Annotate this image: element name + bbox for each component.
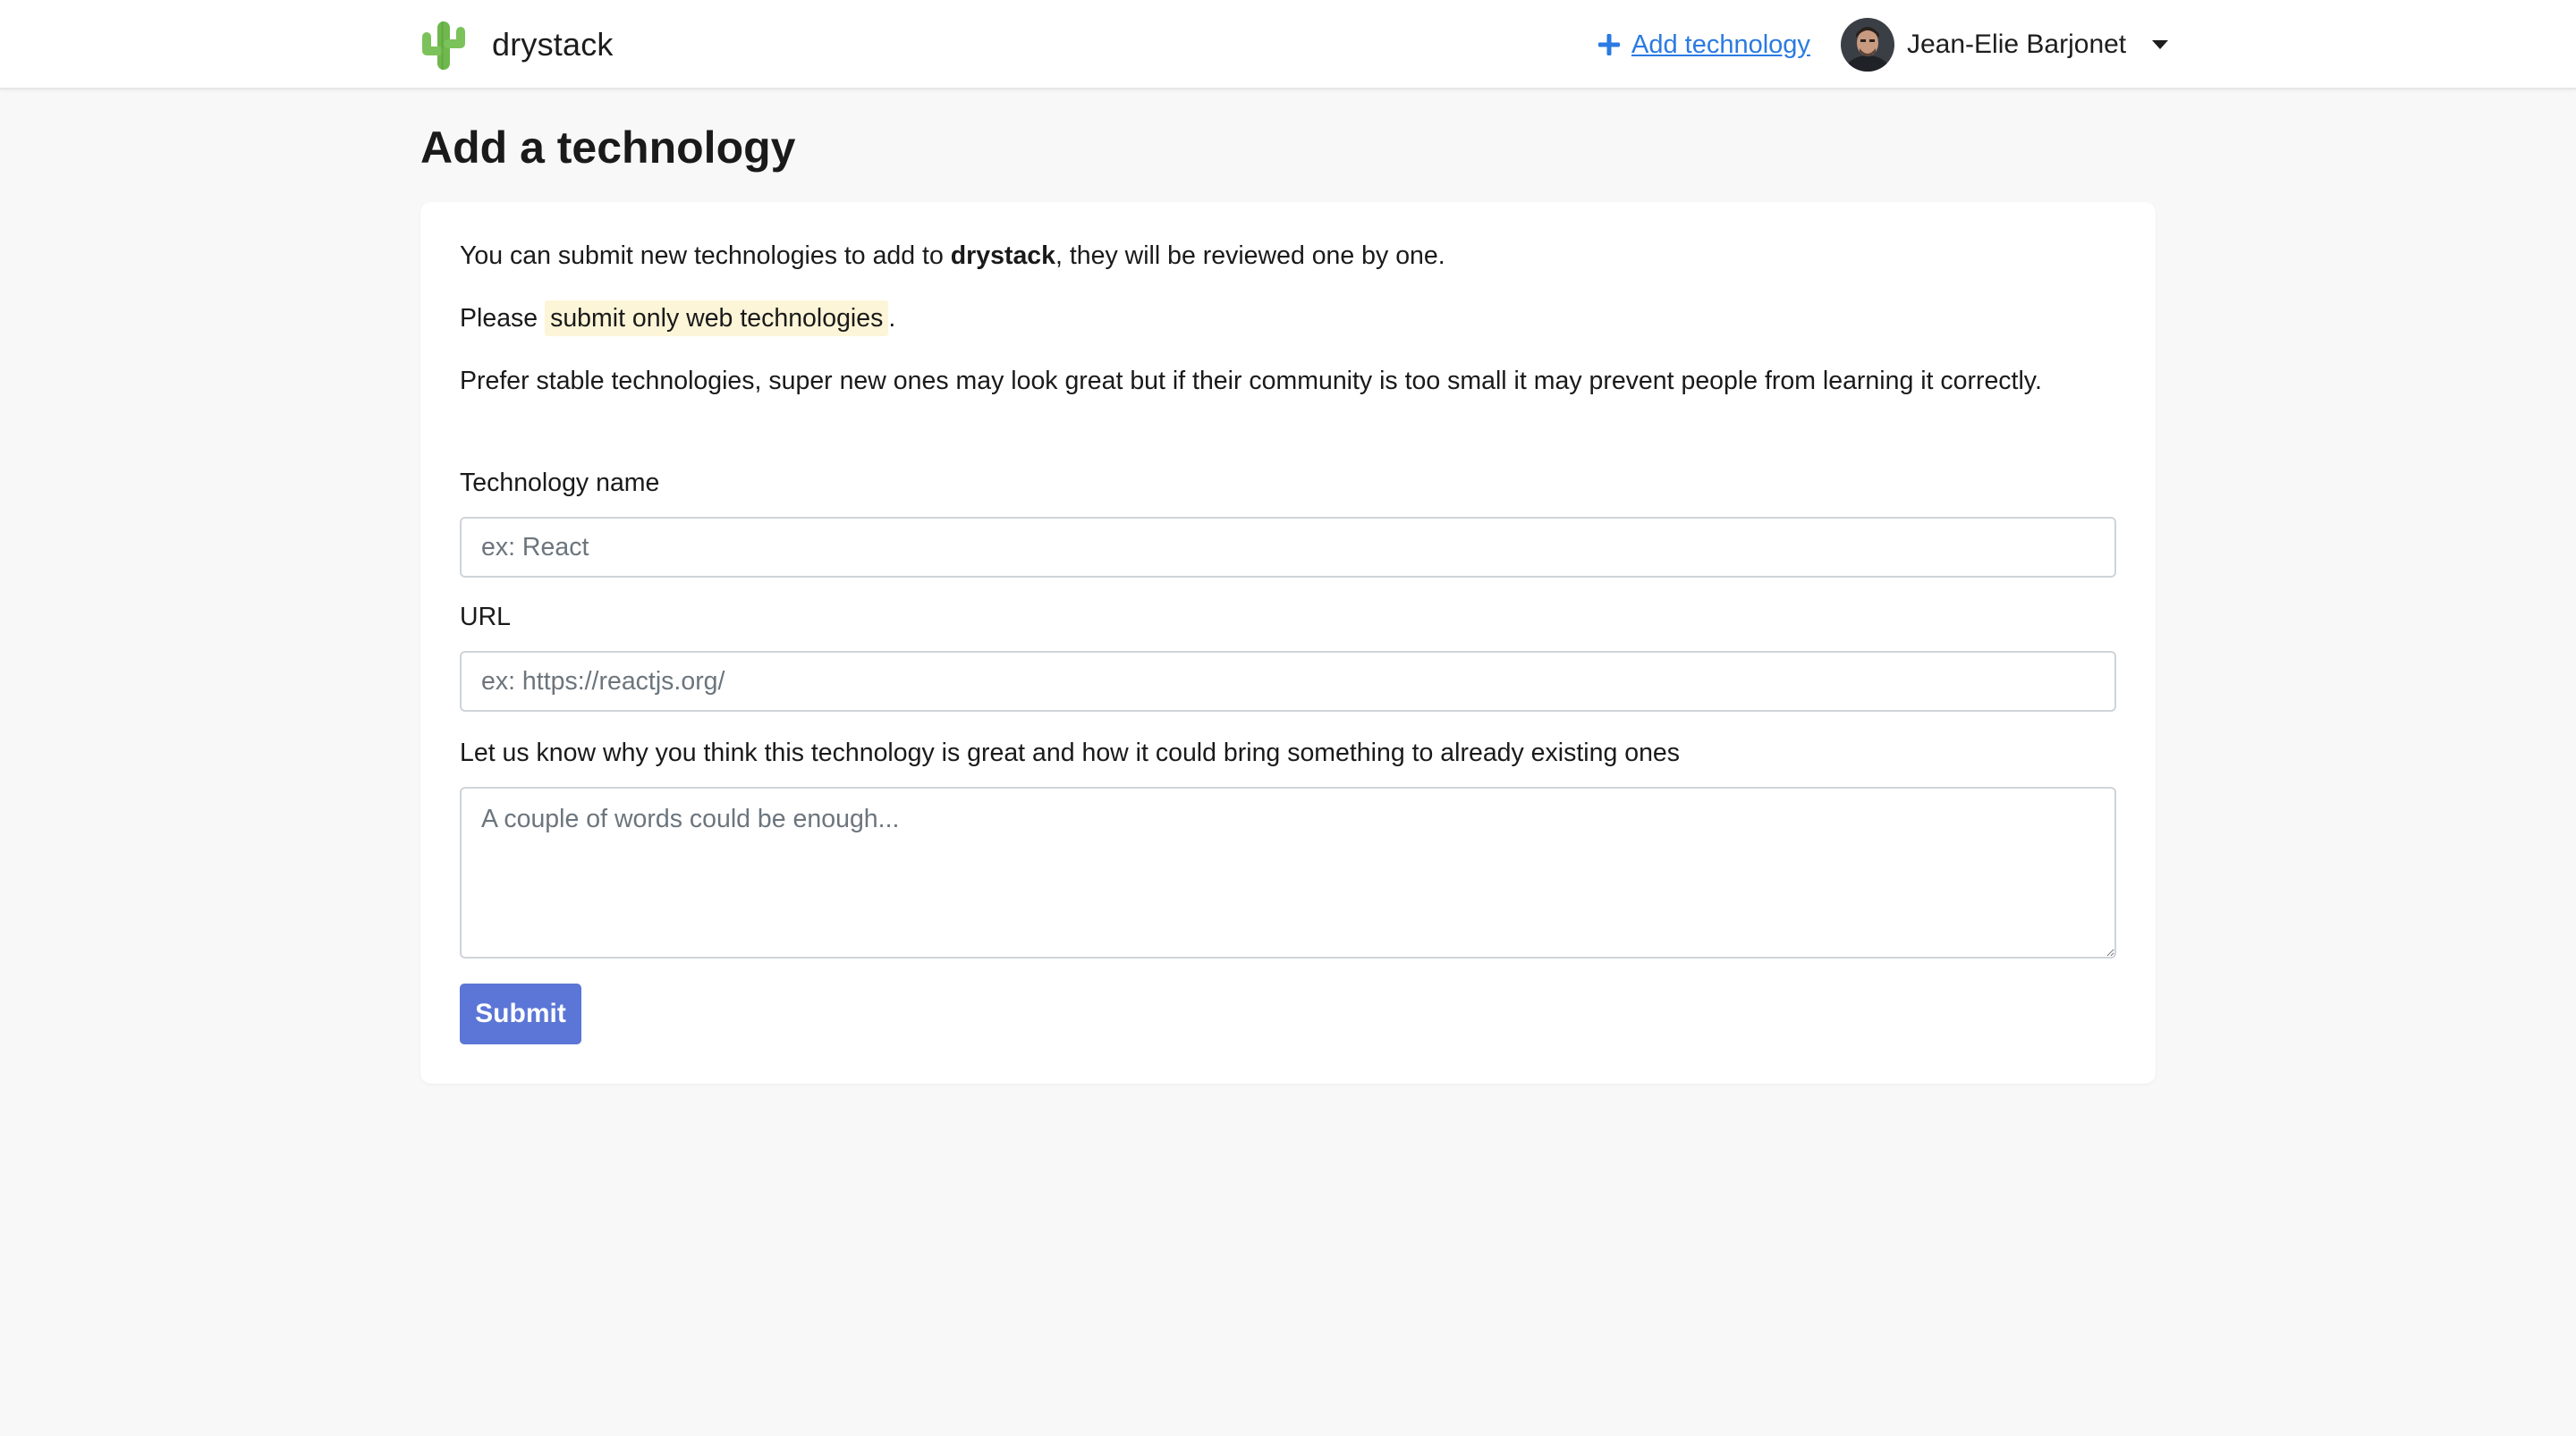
cactus-icon xyxy=(422,21,465,70)
add-technology-card: You can submit new technologies to add t… xyxy=(420,202,2156,1084)
plus-icon xyxy=(1598,34,1620,55)
brand-link[interactable]: drystack xyxy=(420,20,614,70)
user-menu[interactable]: Jean-Elie Barjonet xyxy=(1841,17,2169,72)
highlight-web-only: submit only web technologies xyxy=(545,300,889,336)
intro-text: , they will be reviewed one by one. xyxy=(1055,241,1445,270)
avatar[interactable] xyxy=(1841,18,1894,72)
reason-textarea[interactable] xyxy=(460,787,2116,959)
intro-text: Please xyxy=(460,304,546,333)
add-technology-link[interactable]: Add technology xyxy=(1597,25,1810,64)
url-label: URL xyxy=(460,603,512,631)
user-name[interactable]: Jean-Elie Barjonet xyxy=(1907,30,2126,60)
intro-text: You can submit new technologies to add t… xyxy=(460,241,951,270)
brand-name: drystack xyxy=(492,26,614,63)
top-navbar: drystack Add technology Jean-Elie Barjon… xyxy=(0,0,2576,89)
url-input[interactable] xyxy=(460,651,2116,712)
intro-brand-name: drystack xyxy=(950,241,1055,270)
caret-down-icon[interactable] xyxy=(2151,39,2169,50)
intro-paragraph-review: You can submit new technologies to add t… xyxy=(460,241,1445,271)
intro-paragraph-stable: Prefer stable technologies, super new on… xyxy=(460,367,2042,395)
technology-name-input[interactable] xyxy=(460,517,2116,578)
intro-text: . xyxy=(888,304,896,333)
submit-button[interactable]: Submit xyxy=(460,984,581,1044)
page-title: Add a technology xyxy=(420,122,796,173)
reason-label: Let us know why you think this technolog… xyxy=(460,739,1681,767)
intro-paragraph-web-only: Please submit only web technologies. xyxy=(460,300,896,336)
add-technology-label[interactable]: Add technology xyxy=(1631,30,1810,60)
technology-name-label: Technology name xyxy=(460,469,660,497)
